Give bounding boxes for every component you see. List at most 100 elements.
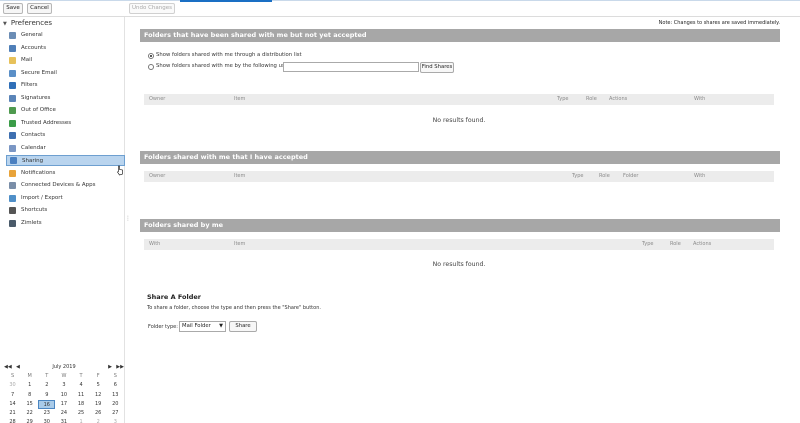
sidebar-item-filters[interactable]: Filters [8, 80, 124, 91]
calendar-day[interactable]: 9 [38, 391, 55, 400]
sidebar-item-zimlets[interactable]: Zimlets [8, 218, 124, 229]
sidebar-item-label: Secure Email [21, 69, 57, 76]
weekday-label: M [27, 373, 32, 379]
main-content: Note: Changes to shares are saved immedi… [130, 17, 800, 423]
calendar-day[interactable]: 14 [4, 400, 21, 409]
share-button[interactable]: Share [229, 321, 257, 332]
contacts-icon [9, 132, 16, 139]
calendar-day[interactable]: 30 [38, 418, 55, 423]
zimlets-icon [9, 219, 16, 227]
calendar-day[interactable]: 10 [55, 391, 72, 400]
dropdown-arrow-icon[interactable]: ▼ [219, 322, 223, 331]
cancel-button[interactable]: Cancel [27, 3, 52, 14]
col-with[interactable]: With [694, 171, 705, 182]
calendar-day[interactable]: 1 [73, 418, 90, 423]
radio-distribution-list-button[interactable] [148, 52, 154, 59]
calendar-day[interactable]: 7 [4, 391, 21, 400]
calendar-header: ◀◀ ◀ July 2019 ▶ ▶▶ [4, 363, 124, 372]
undo-changes-button[interactable]: Undo Changes [129, 3, 175, 14]
col-role[interactable]: Role [586, 94, 597, 105]
col-type[interactable]: Type [557, 94, 568, 105]
calendar-day[interactable]: 4 [73, 381, 90, 390]
radio-distribution-list[interactable]: Show folders shared with me through a di… [148, 51, 302, 60]
sidebar-item-signatures[interactable]: Signatures [8, 93, 124, 104]
col-with[interactable]: With [694, 94, 705, 105]
weekday-label: S [10, 373, 15, 379]
col-owner[interactable]: Owner [149, 171, 165, 182]
calendar-day[interactable]: 31 [55, 418, 72, 423]
calendar-day[interactable]: 11 [73, 391, 90, 400]
sidebar-item-shortcuts[interactable]: Shortcuts [8, 205, 124, 216]
preferences-label: Preferences [10, 19, 53, 27]
col-item[interactable]: Item [234, 171, 245, 182]
sidebar-item-trusted-addresses[interactable]: Trusted Addresses [8, 118, 124, 129]
save-button[interactable]: Save [3, 3, 23, 14]
calendar-day[interactable]: 13 [107, 391, 124, 400]
sidebar-item-mail[interactable]: Mail [8, 55, 124, 66]
calendar-day[interactable]: 22 [21, 409, 38, 418]
calendar-day[interactable]: 3 [55, 381, 72, 390]
calendar-day[interactable]: 15 [21, 400, 38, 409]
calendar-day[interactable]: 27 [107, 409, 124, 418]
calendar-day[interactable]: 17 [55, 400, 72, 409]
calendar-day[interactable]: 12 [90, 391, 107, 400]
col-item[interactable]: Item [234, 239, 245, 250]
next-month-icon[interactable]: ▶ [108, 363, 112, 372]
calendar-day[interactable]: 16 [38, 399, 56, 410]
sidebar-item-accounts[interactable]: Accounts [8, 43, 124, 54]
weekday-label: W [61, 373, 67, 379]
sidebar-item-contacts[interactable]: Contacts [8, 130, 124, 141]
sidebar: ▼ Preferences General Accounts Mail Secure E… [0, 17, 125, 423]
find-shares-button[interactable]: Find Shares [420, 62, 454, 73]
calendar-day[interactable]: 2 [90, 418, 107, 423]
sidebar-resize-handle[interactable]: ⋮ [125, 215, 131, 223]
col-folder[interactable]: Folder [623, 171, 638, 182]
calendar-day[interactable]: 8 [21, 391, 38, 400]
col-role[interactable]: Role [670, 239, 681, 250]
calendar-day[interactable]: 20 [107, 400, 124, 409]
col-type[interactable]: Type [572, 171, 583, 182]
sidebar-item-general[interactable]: General [8, 30, 124, 41]
prev-year-icon[interactable]: ◀◀ [4, 363, 12, 372]
sharing-icon [10, 157, 17, 164]
expand-triangle-icon[interactable]: ▼ [3, 21, 7, 27]
weekday-label: T [45, 373, 49, 379]
sidebar-item-calendar[interactable]: Calendar [8, 143, 124, 154]
folder-type-select[interactable]: Mail Folder ▼ [179, 321, 226, 332]
calendar-day[interactable]: 1 [21, 381, 38, 390]
calendar-day[interactable]: 30 [4, 381, 21, 390]
prev-month-icon[interactable]: ◀ [16, 363, 20, 372]
radio-by-user-button[interactable] [148, 63, 154, 70]
app-window: Save Cancel Undo Changes ▼ Preferences Ge… [0, 0, 800, 423]
calendar-day[interactable]: 18 [73, 400, 90, 409]
preferences-heading[interactable]: ▼ Preferences [3, 19, 52, 29]
calendar-day[interactable]: 21 [4, 409, 21, 418]
calendar-day[interactable]: 2 [38, 381, 55, 390]
signatures-icon [9, 94, 16, 102]
next-year-icon[interactable]: ▶▶ [116, 363, 124, 372]
share-owner-input[interactable] [283, 62, 419, 72]
sidebar-item-connected-devices-apps[interactable]: Connected Devices & Apps [8, 180, 124, 191]
sidebar-item-secure-email[interactable]: Secure Email [8, 68, 124, 79]
col-role[interactable]: Role [599, 171, 610, 182]
col-owner[interactable]: Owner [149, 94, 165, 105]
calendar-day[interactable]: 23 [38, 409, 55, 418]
calendar-day[interactable]: 29 [21, 418, 38, 423]
sidebar-item-import-export[interactable]: Import / Export [8, 193, 124, 204]
calendar-day[interactable]: 3 [107, 418, 124, 423]
radio-by-user[interactable]: Show folders shared with me by the follo… [148, 62, 292, 71]
calendar-day[interactable]: 6 [107, 381, 124, 390]
calendar-day[interactable]: 24 [55, 409, 72, 418]
col-with[interactable]: With [149, 239, 160, 250]
calendar-day[interactable]: 5 [90, 381, 107, 390]
sidebar-item-sharing[interactable]: Sharing [6, 155, 125, 166]
col-item[interactable]: Item [234, 94, 245, 105]
col-type[interactable]: Type [642, 239, 653, 250]
calendar-day[interactable]: 25 [73, 409, 90, 418]
calendar-day[interactable]: 28 [4, 418, 21, 423]
calendar-day[interactable]: 19 [90, 400, 107, 409]
sidebar-item-notifications[interactable]: Notifications [8, 168, 124, 179]
connected-devices-icon [9, 182, 16, 189]
sidebar-item-out-of-office[interactable]: Out of Office [8, 105, 124, 116]
calendar-day[interactable]: 26 [90, 409, 107, 418]
